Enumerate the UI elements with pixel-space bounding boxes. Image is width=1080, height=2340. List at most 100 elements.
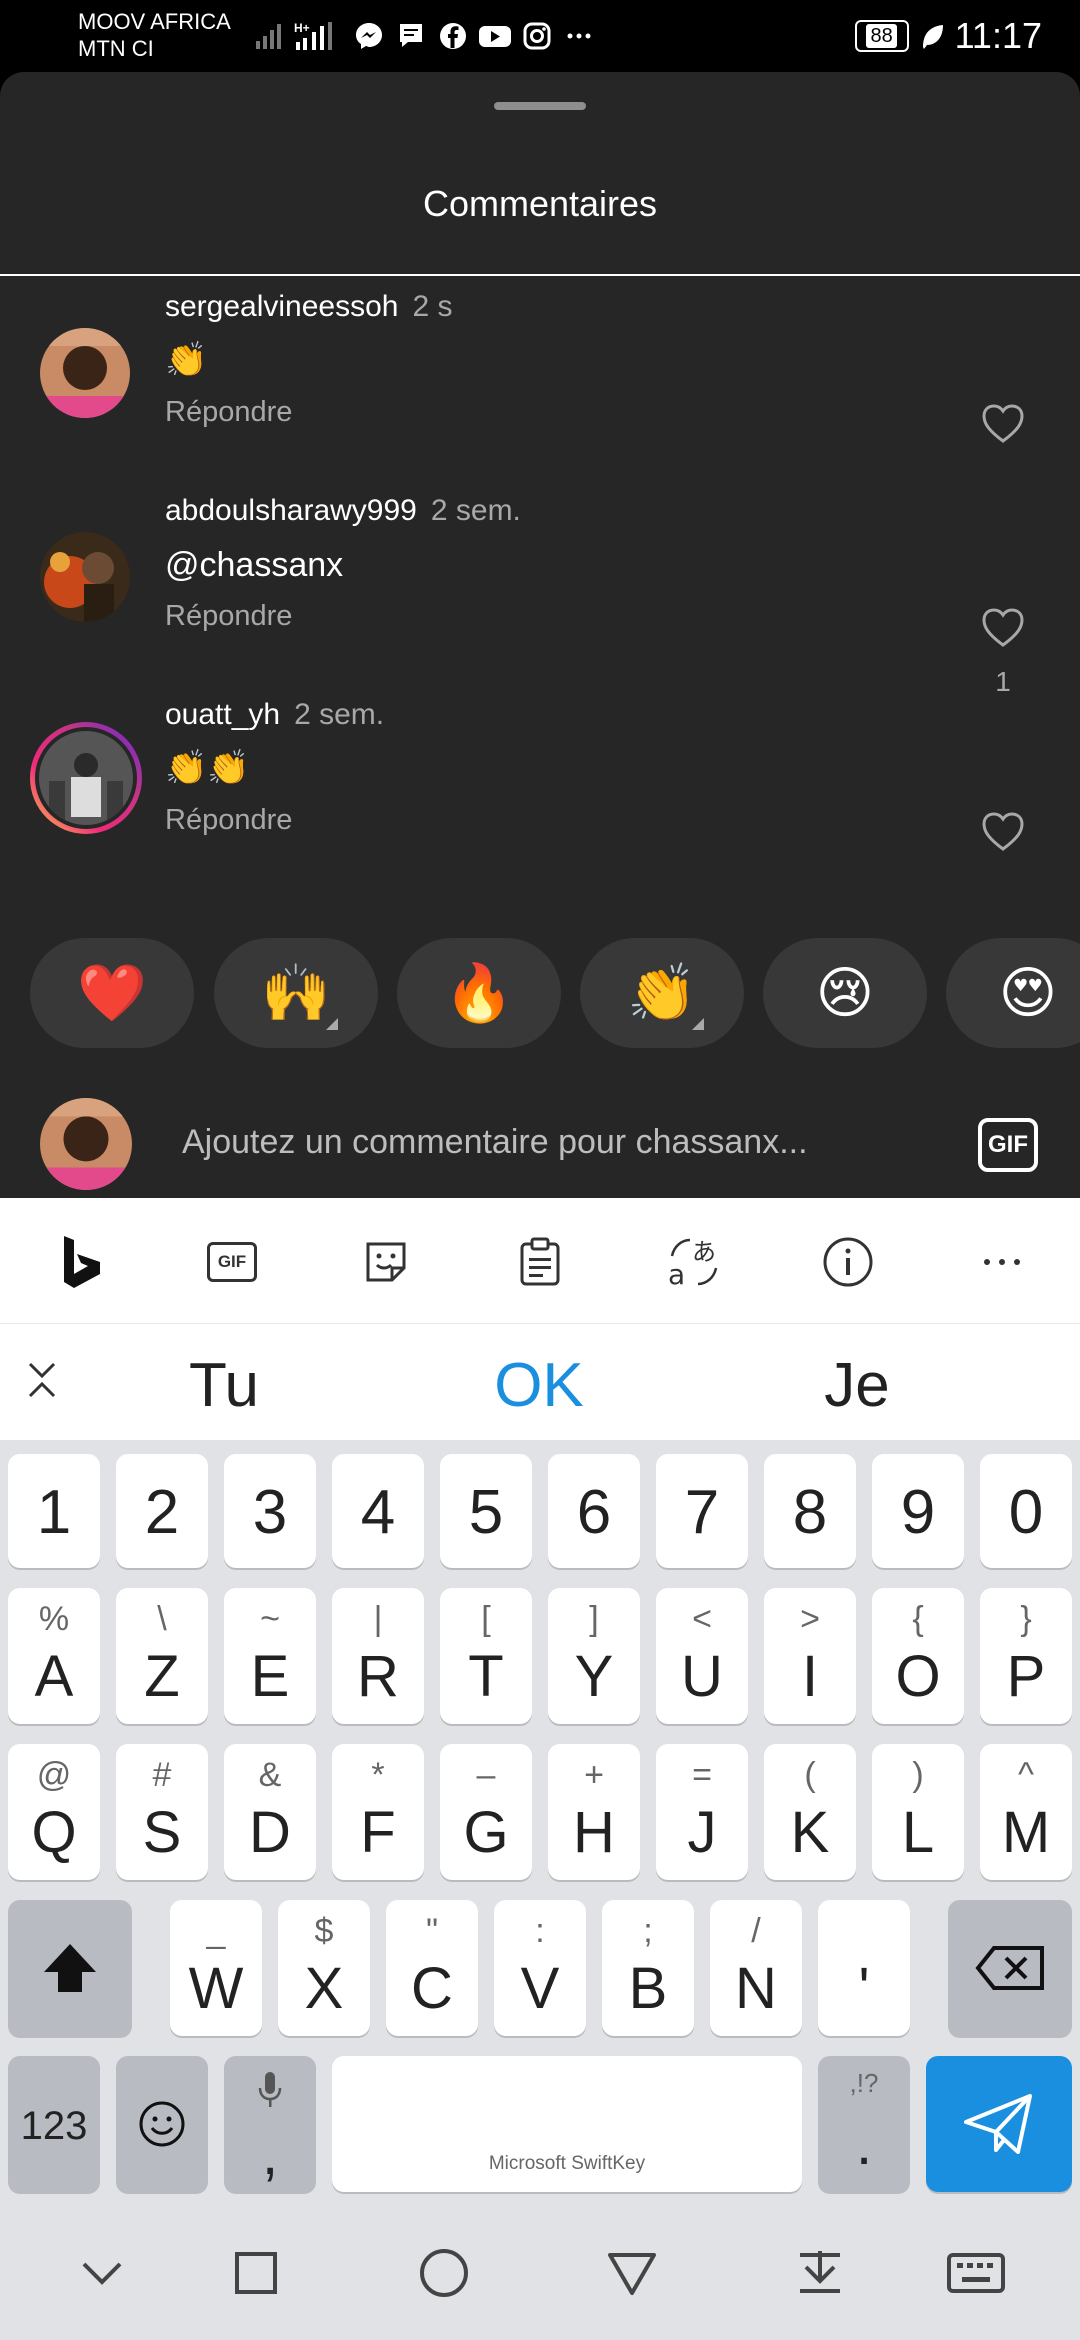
reaction-raised-hands-button[interactable]: 🙌 [214, 938, 378, 1048]
key-a[interactable]: % A [8, 1588, 100, 1724]
comma-key[interactable]: , [224, 2056, 316, 2192]
heart-icon[interactable] [980, 605, 1026, 651]
key-e[interactable]: ~ E [224, 1588, 316, 1724]
username-text[interactable]: sergealvineessoh [165, 290, 398, 323]
svg-text:あ: あ [692, 1238, 716, 1266]
key-3[interactable]: 3 [224, 1454, 316, 1568]
key-7[interactable]: 7 [656, 1454, 748, 1568]
skin-tone-indicator [326, 1018, 338, 1030]
key-z[interactable]: \ Z [116, 1588, 208, 1724]
key-n[interactable]: / N [710, 1900, 802, 2036]
home-icon[interactable] [414, 2243, 474, 2303]
key-1[interactable]: 1 [8, 1454, 100, 1568]
period-key[interactable]: ,!? . [818, 2056, 910, 2192]
translate-icon[interactable]: aあ [664, 1232, 724, 1292]
key-0[interactable]: 0 [980, 1454, 1072, 1568]
keyboard-switch-icon[interactable] [946, 2243, 1006, 2303]
space-key[interactable]: Microsoft SwiftKey [332, 2056, 802, 2192]
key-4[interactable]: 4 [332, 1454, 424, 1568]
gif-button[interactable]: GIF [978, 1118, 1038, 1172]
key-c[interactable]: " C [386, 1900, 478, 2036]
emoji-key[interactable] [116, 2056, 208, 2192]
bing-icon[interactable] [52, 1232, 112, 1292]
reply-button[interactable]: Répondre [165, 600, 292, 633]
key-8[interactable]: 8 [764, 1454, 856, 1568]
info-icon[interactable] [818, 1232, 878, 1292]
avatar[interactable] [40, 328, 130, 418]
suggestion-item[interactable]: Je [824, 1350, 889, 1421]
drag-handle[interactable] [494, 102, 586, 110]
username-text[interactable]: ouatt_yh [165, 698, 280, 731]
backspace-key[interactable] [948, 1900, 1072, 2036]
back-icon[interactable] [602, 2243, 662, 2303]
numbers-key[interactable]: 123 [8, 2056, 100, 2192]
key-q[interactable]: @ Q [8, 1744, 100, 1880]
clipboard-icon[interactable] [510, 1232, 570, 1292]
reaction-heart-button[interactable]: ❤️ [30, 938, 194, 1048]
reaction-emoji: 👏 [627, 961, 697, 1026]
recents-icon[interactable] [226, 2243, 286, 2303]
key-u[interactable]: < U [656, 1588, 748, 1724]
key-s[interactable]: # S [116, 1744, 208, 1880]
shift-key[interactable] [8, 1900, 132, 2036]
comment-text: 👏 [165, 340, 208, 380]
key-9[interactable]: 9 [872, 1454, 964, 1568]
gif-icon[interactable]: GIF [202, 1232, 262, 1292]
key-2[interactable]: 2 [116, 1454, 208, 1568]
comment-username[interactable]: sergealvineessoh 2 s [165, 290, 453, 324]
heart-icon[interactable] [980, 809, 1026, 855]
key-x[interactable]: $ X [278, 1900, 370, 2036]
key-p[interactable]: } P [980, 1588, 1072, 1724]
key-5[interactable]: 5 [440, 1454, 532, 1568]
key-g[interactable]: – G [440, 1744, 532, 1880]
comment-text: @chassanx [165, 546, 344, 584]
suggestion-item[interactable]: Tu [189, 1350, 259, 1421]
carrier-name: MOOV AFRICA MTN CI [78, 8, 231, 62]
send-key[interactable] [926, 2056, 1072, 2192]
key-l[interactable]: ) L [872, 1744, 964, 1880]
key-f[interactable]: * F [332, 1744, 424, 1880]
comment-username[interactable]: ouatt_yh 2 sem. [165, 698, 384, 732]
comment-input[interactable] [182, 1110, 942, 1174]
reply-button[interactable]: Répondre [165, 396, 292, 429]
key-j[interactable]: = J [656, 1744, 748, 1880]
heart-icon[interactable] [980, 401, 1026, 447]
reaction-crying-button[interactable]: 😢 [763, 938, 927, 1048]
battery-icon: 88 [854, 20, 909, 52]
key-w[interactable]: _ W [170, 1900, 262, 2036]
sticker-icon[interactable] [356, 1232, 416, 1292]
key-b[interactable]: ; B [602, 1900, 694, 2036]
more-options-icon[interactable] [972, 1232, 1032, 1292]
instagram-icon [520, 19, 554, 53]
svg-text:a: a [668, 1258, 685, 1290]
hide-keyboard-icon[interactable] [72, 2243, 132, 2303]
keyboard-dock-icon[interactable] [790, 2243, 850, 2303]
reply-button[interactable]: Répondre [165, 804, 292, 837]
key-t[interactable]: [T [440, 1588, 532, 1724]
keyboard-keys: 1 2 3 4 5 6 7 8 9 0 % A \ Z ~ E | R [T ] Y < U… [0, 1440, 1080, 2205]
my-avatar [40, 1098, 132, 1190]
suggestion-item[interactable]: OK [494, 1350, 584, 1421]
key-m[interactable]: ^ M [980, 1744, 1072, 1880]
reaction-heart-eyes-button[interactable]: 😍 [946, 938, 1080, 1048]
username-text[interactable]: abdoulsharawy999 [165, 494, 417, 527]
avatar[interactable] [40, 532, 130, 622]
svg-text:H+: H+ [294, 21, 310, 35]
key-h[interactable]: + H [548, 1744, 640, 1880]
reaction-fire-button[interactable]: 🔥 [397, 938, 561, 1048]
comment-username[interactable]: abdoulsharawy999 2 sem. [165, 494, 521, 528]
key-k[interactable]: (K [764, 1744, 856, 1880]
status-right: 88 11:17 [854, 14, 1042, 58]
key-apostrophe[interactable]: ' [818, 1900, 910, 2036]
reaction-clap-button[interactable]: 👏 [580, 938, 744, 1048]
avatar-with-story-ring[interactable] [30, 722, 142, 834]
collapse-icon[interactable] [22, 1358, 62, 1402]
key-y[interactable]: ] Y [548, 1588, 640, 1724]
key-v[interactable]: :V [494, 1900, 586, 2036]
key-d[interactable]: & D [224, 1744, 316, 1880]
key-r[interactable]: | R [332, 1588, 424, 1724]
quick-reactions-bar: ❤️ 🙌 🔥 👏 😢 😍 [0, 938, 1080, 1050]
key-o[interactable]: {O [872, 1588, 964, 1724]
key-6[interactable]: 6 [548, 1454, 640, 1568]
key-i[interactable]: > I [764, 1588, 856, 1724]
